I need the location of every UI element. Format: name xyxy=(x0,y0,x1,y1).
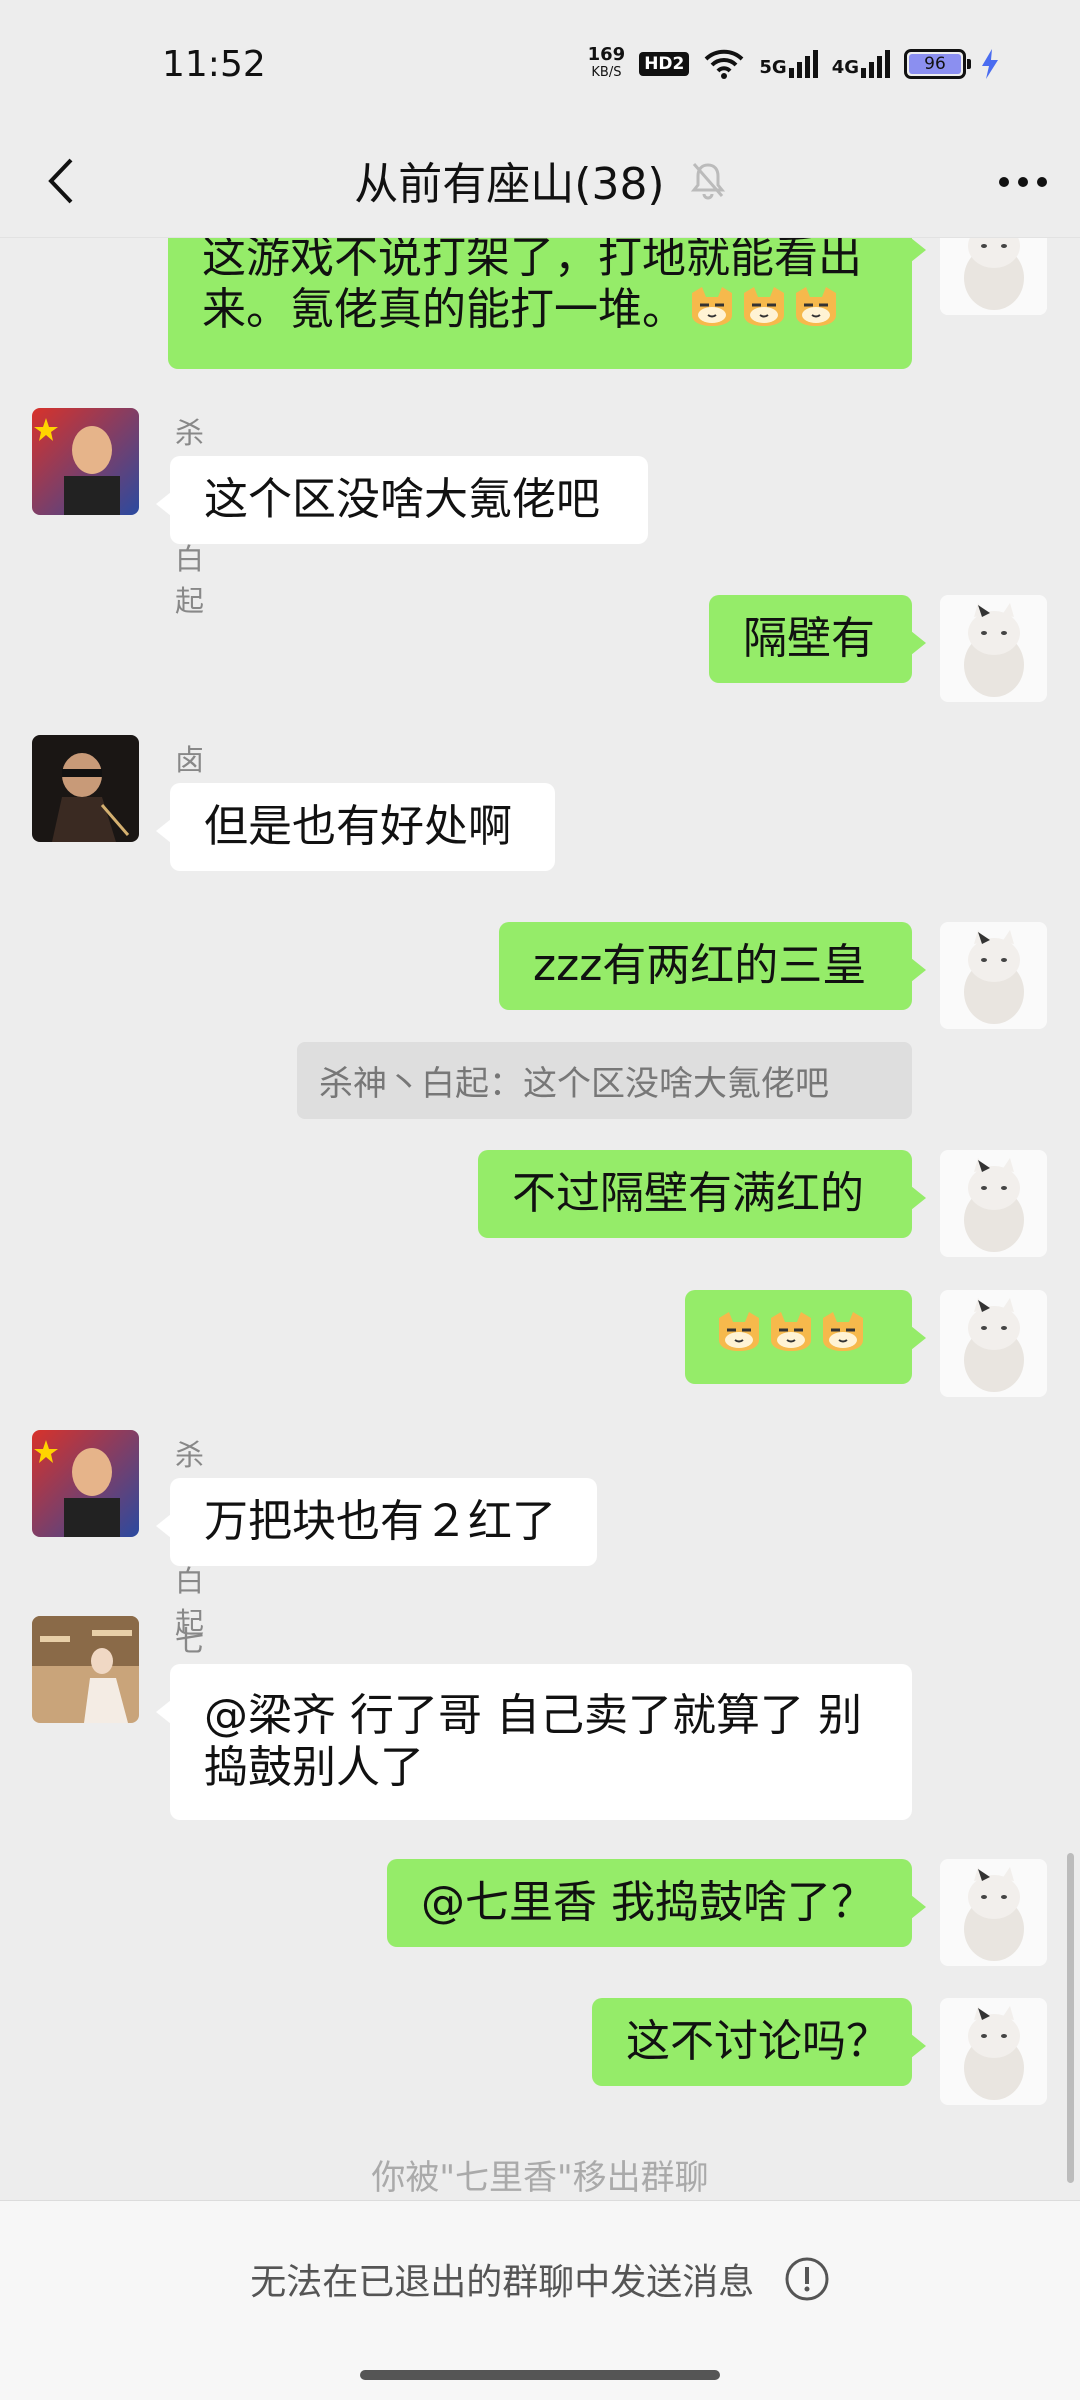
cannot-send-notice: 无法在已退出的群聊中发送消息 xyxy=(0,2253,1080,2305)
battery-level: 96 xyxy=(909,54,961,74)
signal-5g-icon: 5G xyxy=(759,50,818,78)
message-bubble[interactable]: 隔壁有 xyxy=(709,595,926,683)
quoted-message[interactable]: 杀神丶白起：这个区没啥大氪佬吧 xyxy=(297,1042,912,1119)
status-bar: 11:52 169 KB/S HD2 5G 4G 96 xyxy=(0,0,1080,130)
my-avatar[interactable] xyxy=(940,922,1047,1029)
message-bubble[interactable]: 但是也有好处啊 xyxy=(156,783,555,871)
my-avatar[interactable] xyxy=(940,1150,1047,1257)
message-text: 来。氪佬真的能打一堆。 xyxy=(202,284,686,335)
user-avatar[interactable] xyxy=(32,408,139,515)
signal-5g-label: 5G xyxy=(759,57,787,78)
message-bubble[interactable]: 这游戏不说打架了，打地就能看出 来。氪佬真的能打一堆。 xyxy=(168,238,926,369)
message-text-line: 捣鼓别人了 xyxy=(204,1742,424,1793)
battery-icon: 96 xyxy=(904,49,971,79)
message-bubble[interactable]: zzz有两红的三皇 xyxy=(499,922,926,1010)
status-time: 11:52 xyxy=(162,44,266,85)
cannot-send-text: 无法在已退出的群聊中发送消息 xyxy=(250,2262,755,2303)
cat-emoji-icon xyxy=(740,285,788,339)
message-bubble[interactable]: @梁齐 行了哥 自己卖了就算了 别 捣鼓别人了 xyxy=(156,1664,912,1820)
charging-icon xyxy=(982,49,998,79)
chat-title-wrap: 从前有座山(38) xyxy=(0,148,1080,212)
wifi-icon xyxy=(704,49,744,79)
message-bubble[interactable]: 这不讨论吗？ xyxy=(592,1998,926,2086)
signal-4g-icon: 4G xyxy=(832,50,890,78)
message-bubble[interactable]: 万把块也有２红了 xyxy=(156,1478,597,1566)
my-avatar[interactable] xyxy=(940,238,1047,315)
chat-message-list[interactable]: 这游戏不说打架了，打地就能看出 来。氪佬真的能打一堆。 杀神丶白起 这个区没啥大… xyxy=(0,238,1080,2200)
user-avatar[interactable] xyxy=(32,1616,139,1723)
navigation-area xyxy=(0,2352,1080,2400)
cat-emoji-icon xyxy=(792,285,840,339)
message-text-line: @梁齐 行了哥 自己卖了就算了 别 xyxy=(204,1690,862,1741)
message-bubble[interactable] xyxy=(685,1290,926,1384)
user-avatar[interactable] xyxy=(32,1430,139,1537)
input-disabled-bar: 无法在已退出的群聊中发送消息 xyxy=(0,2200,1080,2352)
message-bubble[interactable]: 这个区没啥大氪佬吧 xyxy=(156,456,648,544)
message-text-line: 这游戏不说打架了，打地就能看出 xyxy=(202,238,862,283)
cat-emoji-icon xyxy=(715,1308,763,1366)
system-tip-removed: 你被"七里香"移出群聊 xyxy=(371,2158,709,2198)
chat-scrollbar[interactable] xyxy=(1067,1853,1074,2183)
my-avatar[interactable] xyxy=(940,1859,1047,1966)
user-avatar[interactable] xyxy=(32,735,139,842)
more-options-button[interactable] xyxy=(988,152,1058,212)
my-avatar[interactable] xyxy=(940,1998,1047,2105)
message-text-line: 来。氪佬真的能打一堆。 xyxy=(202,284,878,339)
status-icons: 169 KB/S HD2 5G 4G 96 xyxy=(588,46,1000,82)
chat-title: 从前有座山(38) xyxy=(354,159,665,210)
chat-header: 从前有座山(38) xyxy=(0,130,1080,238)
my-avatar[interactable] xyxy=(940,1290,1047,1397)
signal-4g-label: 4G xyxy=(831,57,859,78)
cat-emoji-icon xyxy=(767,1308,815,1366)
home-indicator[interactable] xyxy=(360,2370,720,2380)
cat-emoji-icon xyxy=(688,285,736,339)
message-bubble[interactable]: 不过隔壁有满红的 xyxy=(478,1150,926,1238)
net-speed-value: 169 xyxy=(587,44,626,65)
net-speed-indicator: 169 KB/S xyxy=(588,46,626,82)
cat-emoji-icon xyxy=(819,1308,867,1366)
exclamation-info-icon[interactable] xyxy=(784,2256,830,2302)
more-dots-icon xyxy=(999,177,1047,187)
my-avatar[interactable] xyxy=(940,595,1047,702)
hd-badge: HD2 xyxy=(639,52,690,76)
mute-bell-icon xyxy=(690,163,725,200)
net-speed-unit: KB/S xyxy=(591,65,622,80)
message-bubble[interactable]: @七里香 我捣鼓啥了？ xyxy=(387,1859,926,1947)
